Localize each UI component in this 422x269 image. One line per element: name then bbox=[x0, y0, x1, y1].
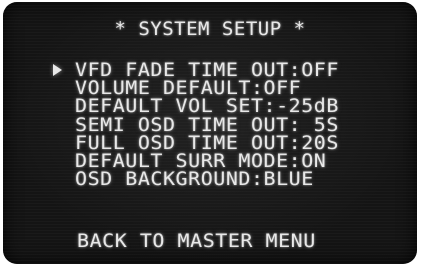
page-title: * SYSTEM SETUP * bbox=[114, 18, 306, 40]
osd-overlay: * SYSTEM SETUP * VFD FADE TIME OUT:OFF V… bbox=[3, 2, 417, 264]
osd-screen: * SYSTEM SETUP * VFD FADE TIME OUT:OFF V… bbox=[3, 2, 417, 264]
menu-item-osd-background[interactable]: OSD BACKGROUND:BLUE bbox=[75, 170, 339, 189]
back-to-master-menu-button[interactable]: BACK TO MASTER MENU bbox=[77, 232, 316, 252]
selection-cursor-icon bbox=[53, 64, 62, 76]
setup-menu: VFD FADE TIME OUT:OFF VOLUME DEFAULT:OFF… bbox=[75, 61, 338, 189]
